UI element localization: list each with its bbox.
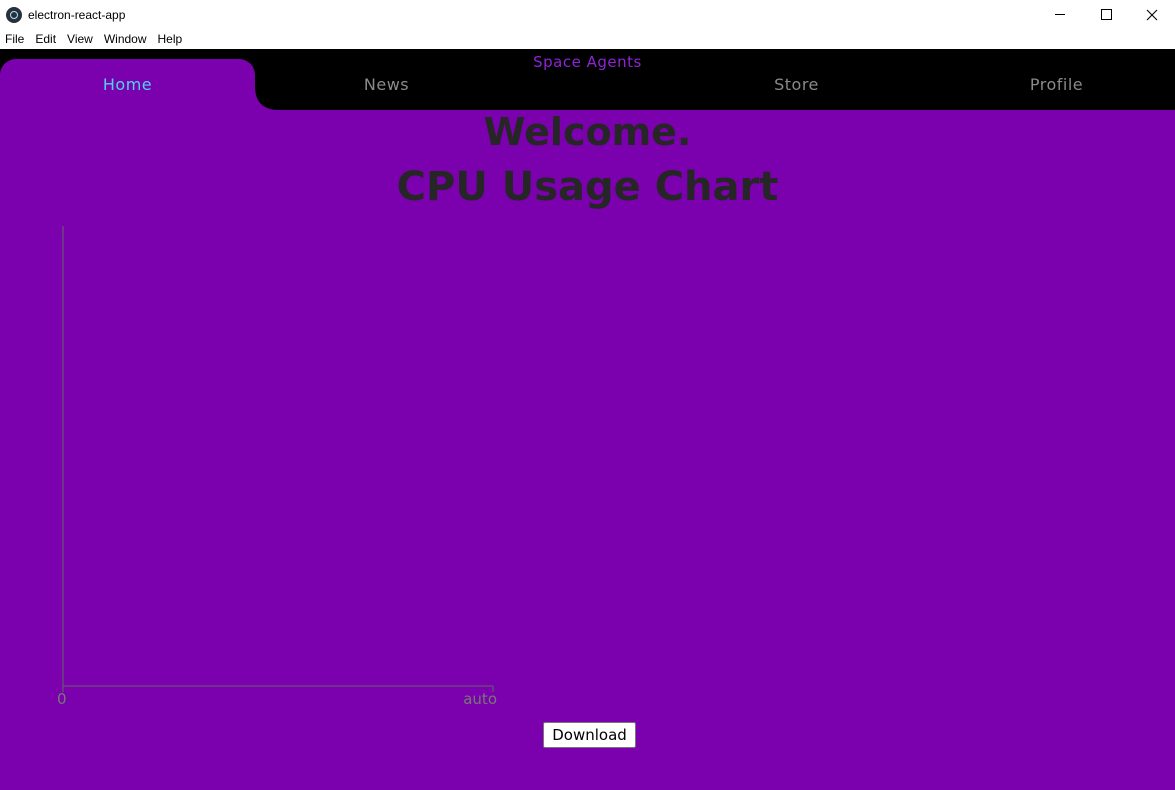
x-tick-label-end: auto: [463, 690, 497, 708]
cpu-usage-chart: 0 auto: [57, 226, 497, 708]
download-button[interactable]: Download: [543, 722, 636, 748]
x-tick-label-start: 0: [57, 690, 67, 708]
